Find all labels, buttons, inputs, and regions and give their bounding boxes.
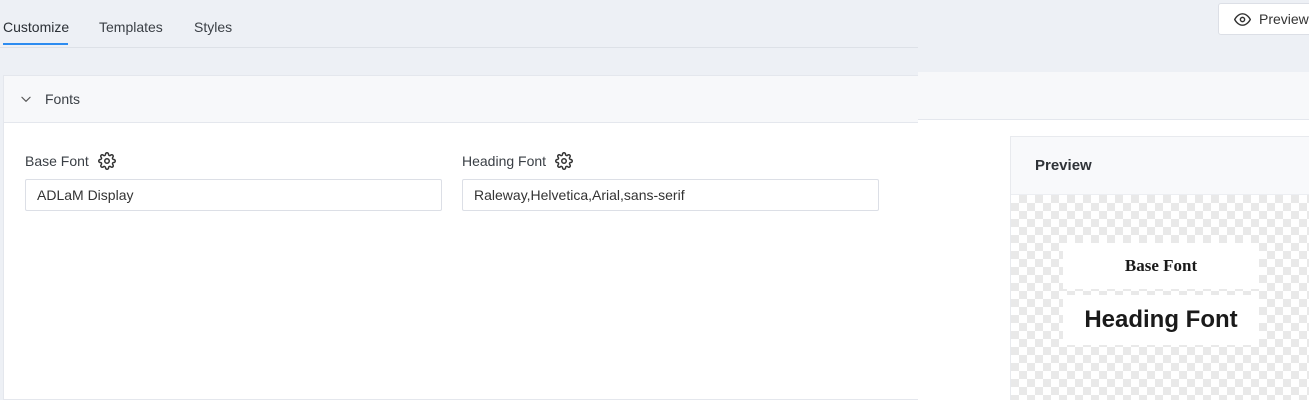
preview-button-label: Preview [1259, 11, 1309, 27]
fonts-section-title: Fonts [45, 91, 81, 107]
tab-customize[interactable]: Customize [3, 17, 69, 37]
base-font-sample: Base Font [1063, 243, 1259, 289]
base-font-input[interactable] [25, 179, 442, 211]
preview-button[interactable]: Preview [1218, 3, 1309, 35]
gear-icon[interactable] [555, 152, 573, 170]
preview-panel: Preview Base Font Heading Font [1010, 136, 1309, 400]
heading-font-input[interactable] [462, 179, 879, 211]
tab-bar: Customize Templates Styles [0, 0, 918, 48]
heading-font-sample: Heading Font [1063, 295, 1259, 345]
fonts-card: Fonts Base Font Heading Font [3, 75, 918, 400]
gear-icon[interactable] [97, 152, 116, 170]
right-panel-header [918, 72, 1309, 120]
heading-font-field: Heading Font [462, 151, 879, 211]
base-font-field: Base Font [25, 151, 442, 211]
tab-styles[interactable]: Styles [194, 17, 232, 37]
heading-font-label: Heading Font [462, 153, 547, 169]
base-font-label: Base Font [25, 153, 89, 169]
fonts-section-header[interactable]: Fonts [4, 76, 918, 123]
chevron-down-icon [21, 96, 31, 102]
tab-templates[interactable]: Templates [99, 17, 163, 37]
eye-icon [1234, 12, 1251, 26]
preview-canvas: Base Font Heading Font [1011, 195, 1309, 400]
preview-panel-title: Preview [1011, 137, 1309, 195]
active-tab-indicator [3, 43, 68, 45]
